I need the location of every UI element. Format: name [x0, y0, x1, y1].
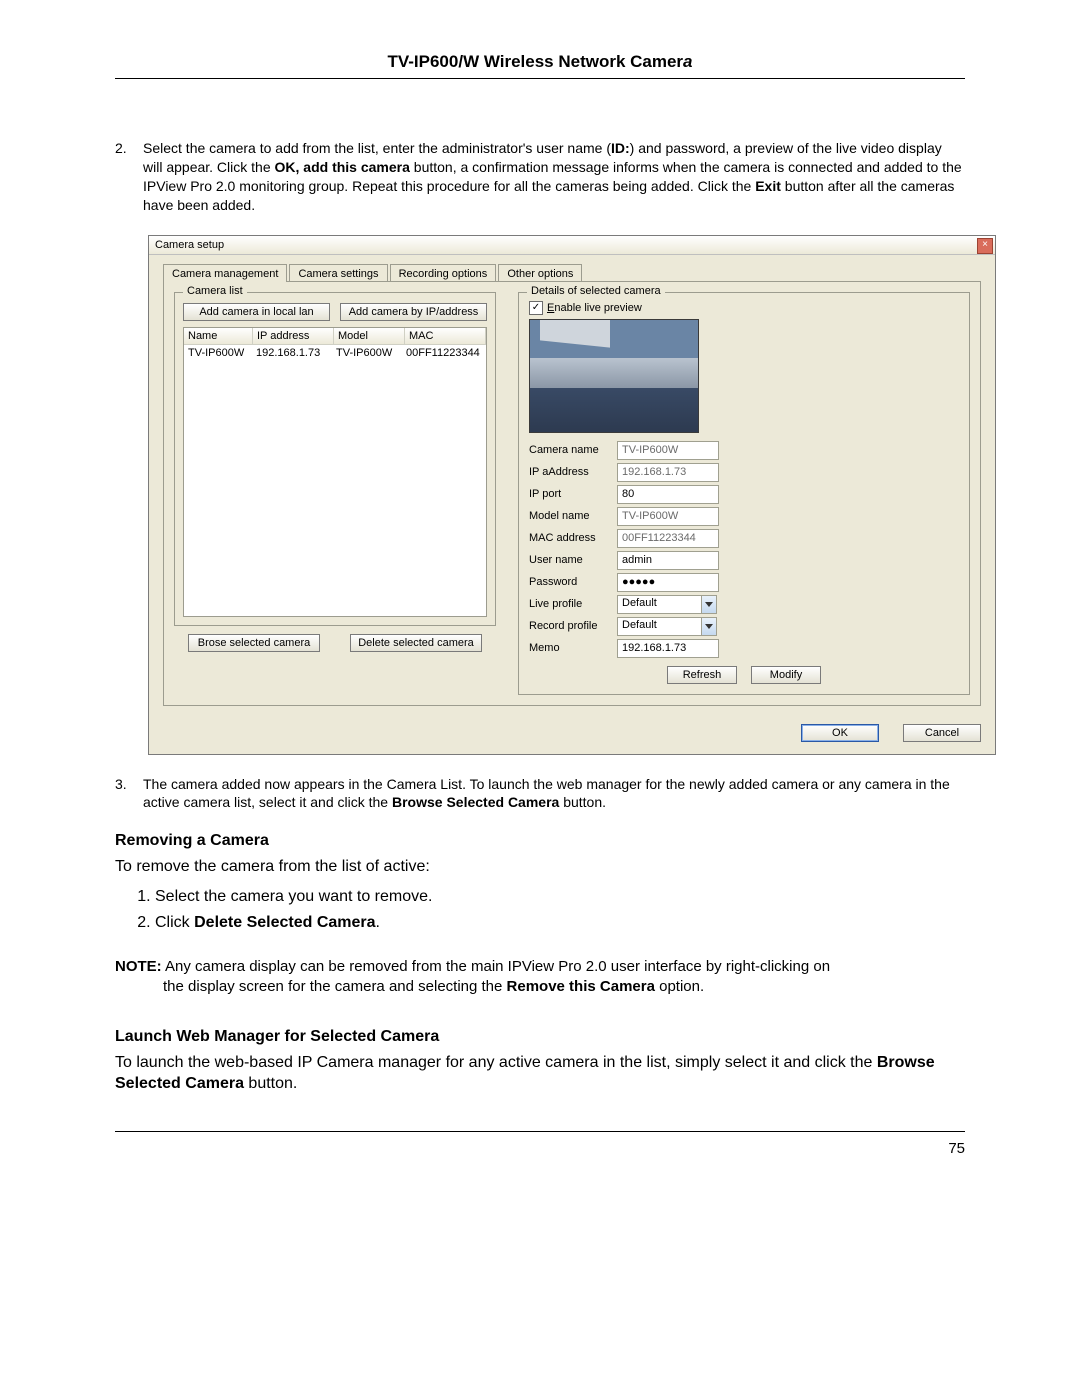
live-profile-select[interactable]: Default	[617, 595, 717, 614]
removing-camera-intro: To remove the camera from the list of ac…	[115, 856, 965, 878]
user-name-label: User name	[529, 554, 617, 566]
tab-recording-options[interactable]: Recording options	[390, 264, 497, 282]
mac-address-field[interactable]: 00FF11223344	[617, 529, 719, 548]
note-label: NOTE:	[115, 958, 162, 975]
step-2-text: Select the camera to add from the list, …	[143, 139, 965, 215]
model-name-label: Model name	[529, 510, 617, 522]
col-mac[interactable]: MAC	[405, 328, 486, 345]
browse-selected-camera-button[interactable]: Brose selected camera	[188, 634, 320, 652]
add-camera-local-button[interactable]: Add camera in local lan	[183, 303, 330, 321]
chevron-down-icon	[701, 596, 716, 613]
col-name[interactable]: Name	[184, 328, 253, 345]
col-model[interactable]: Model	[334, 328, 405, 345]
note-paragraph: NOTE: Any camera display can be removed …	[115, 957, 965, 998]
tab-other-options[interactable]: Other options	[498, 264, 582, 282]
cancel-button[interactable]: Cancel	[903, 724, 981, 742]
close-icon[interactable]: ×	[977, 238, 993, 254]
window-titlebar[interactable]: Camera setup ×	[149, 236, 995, 255]
step-3: 3. The camera added now appears in the C…	[115, 775, 965, 813]
chevron-down-icon	[701, 618, 716, 635]
cell-name: TV-IP600W	[184, 345, 252, 361]
doc-title: TV-IP600/W Wireless Network Camera	[0, 52, 1080, 72]
details-legend: Details of selected camera	[527, 285, 665, 297]
camera-name-label: Camera name	[529, 444, 617, 456]
cell-ip: 192.168.1.73	[252, 345, 332, 361]
user-name-field[interactable]: admin	[617, 551, 719, 570]
doc-title-main: TV-IP600/W Wireless Network Camer	[387, 52, 683, 71]
header-rule	[115, 78, 965, 79]
tab-camera-settings[interactable]: Camera settings	[289, 264, 387, 282]
mac-address-label: MAC address	[529, 532, 617, 544]
footer: 75	[0, 1131, 1080, 1157]
col-ip[interactable]: IP address	[253, 328, 334, 345]
tab-camera-management[interactable]: Camera management	[163, 264, 287, 282]
live-preview-image	[529, 319, 699, 433]
live-profile-label: Live profile	[529, 598, 617, 610]
table-header: Name IP address Model MAC	[184, 328, 486, 345]
password-field[interactable]: ●●●●●	[617, 573, 719, 592]
remove-step-2: Click Delete Selected Camera.	[155, 910, 965, 936]
camera-setup-window: Camera setup × Camera management Camera …	[148, 235, 996, 755]
footer-rule	[115, 1131, 965, 1132]
delete-selected-camera-button[interactable]: Delete selected camera	[350, 634, 482, 652]
removing-camera-heading: Removing a Camera	[115, 832, 965, 850]
record-profile-label: Record profile	[529, 620, 617, 632]
manual-page: TV-IP600/W Wireless Network Camera 2. Se…	[0, 0, 1080, 1187]
cell-model: TV-IP600W	[332, 345, 402, 361]
enable-live-preview-checkbox[interactable]: ✓	[529, 301, 543, 315]
table-row[interactable]: TV-IP600W 192.168.1.73 TV-IP600W 00FF112…	[184, 345, 486, 361]
ok-button[interactable]: OK	[801, 724, 879, 742]
details-group: Details of selected camera ✓ Enable live…	[518, 292, 970, 695]
record-profile-select[interactable]: Default	[617, 617, 717, 636]
removing-camera-steps: Select the camera you want to remove. Cl…	[155, 884, 965, 935]
launch-web-paragraph: To launch the web-based IP Camera manage…	[115, 1052, 965, 1095]
step-3-text: The camera added now appears in the Came…	[143, 775, 965, 813]
page-number: 75	[0, 1140, 965, 1157]
tab-strip: Camera management Camera settings Record…	[149, 255, 995, 281]
enable-live-preview-label: Enable live preview	[547, 302, 642, 314]
dialog-button-row: OK Cancel	[149, 716, 995, 754]
step-3-number: 3.	[115, 775, 143, 813]
ip-address-label: IP aAddress	[529, 466, 617, 478]
modify-button[interactable]: Modify	[751, 666, 821, 684]
launch-web-heading: Launch Web Manager for Selected Camera	[115, 1028, 965, 1046]
cell-mac: 00FF11223344	[402, 345, 486, 361]
password-label: Password	[529, 576, 617, 588]
remove-step-1: Select the camera you want to remove.	[155, 884, 965, 910]
record-profile-value: Default	[618, 618, 701, 635]
tab-panel: Camera list Add camera in local lan Add …	[163, 281, 981, 706]
camera-list-legend: Camera list	[183, 285, 247, 297]
step-2: 2. Select the camera to add from the lis…	[115, 139, 965, 215]
memo-label: Memo	[529, 642, 617, 654]
live-profile-value: Default	[618, 596, 701, 613]
step-2-number: 2.	[115, 139, 143, 215]
camera-list-table[interactable]: Name IP address Model MAC TV-IP600W 192.…	[183, 327, 487, 617]
ip-port-label: IP port	[529, 488, 617, 500]
add-camera-ip-button[interactable]: Add camera by IP/address	[340, 303, 487, 321]
refresh-button[interactable]: Refresh	[667, 666, 737, 684]
ip-port-field[interactable]: 80	[617, 485, 719, 504]
doc-title-italic: a	[683, 52, 692, 71]
memo-field[interactable]: 192.168.1.73	[617, 639, 719, 658]
camera-list-group: Camera list Add camera in local lan Add …	[174, 292, 496, 626]
model-name-field[interactable]: TV-IP600W	[617, 507, 719, 526]
window-title: Camera setup	[155, 239, 224, 251]
camera-name-field[interactable]: TV-IP600W	[617, 441, 719, 460]
ip-address-field[interactable]: 192.168.1.73	[617, 463, 719, 482]
